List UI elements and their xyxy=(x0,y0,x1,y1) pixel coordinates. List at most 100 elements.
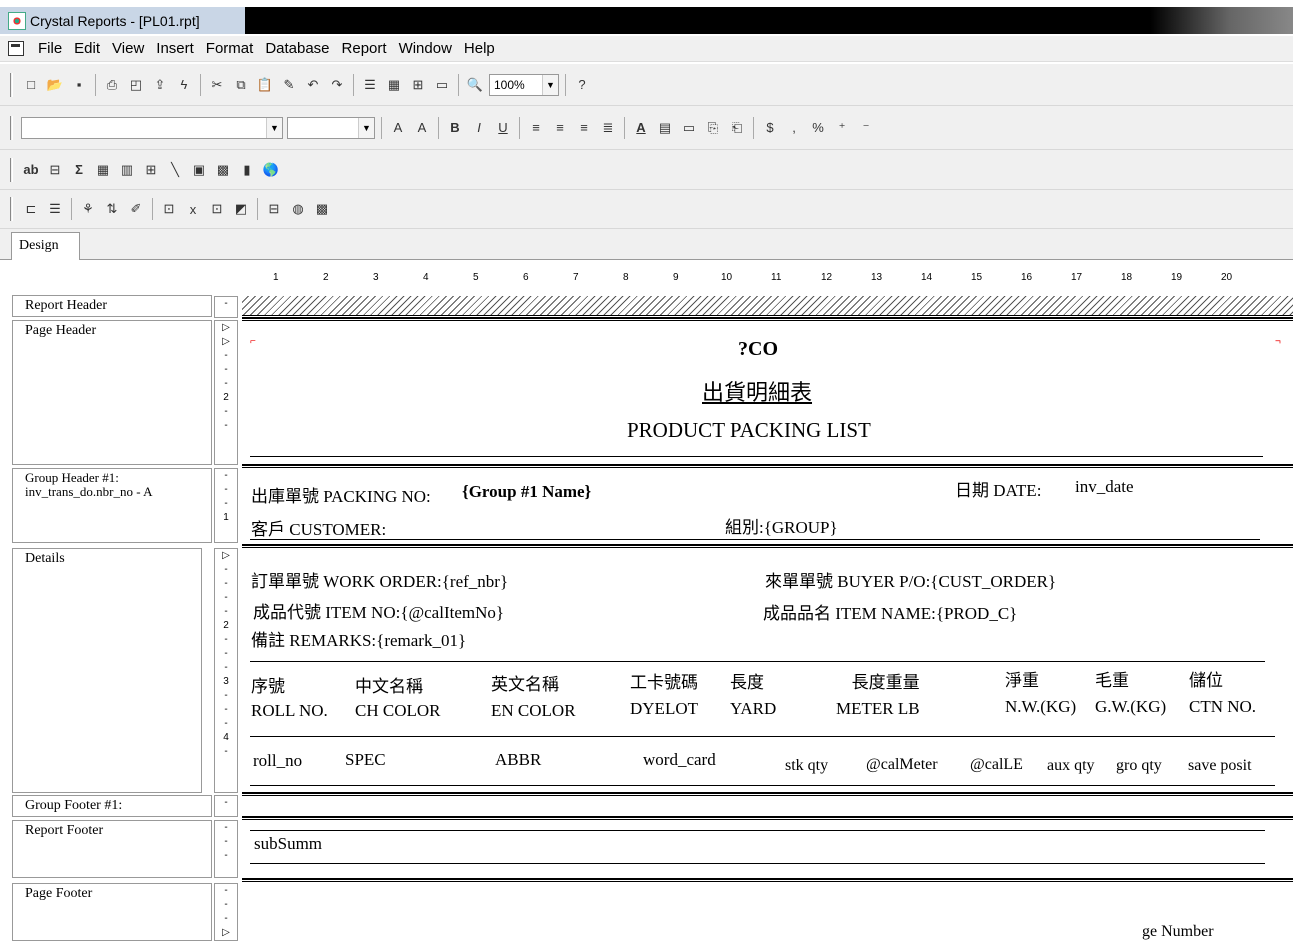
vertical-ruler[interactable]: - xyxy=(214,296,238,318)
field-gro-qty[interactable]: gro qty xyxy=(1116,757,1162,775)
field-cal-meter[interactable]: @calMeter xyxy=(866,756,938,774)
save-icon[interactable]: ▪ xyxy=(68,74,90,96)
col-ch-color[interactable]: 中文名稱 CH COLOR xyxy=(355,675,440,723)
col-en-color[interactable]: 英文名稱 EN COLOR xyxy=(491,672,576,724)
bold-icon[interactable]: B xyxy=(444,117,466,139)
menu-format[interactable]: Format xyxy=(200,40,260,57)
italic-icon[interactable]: I xyxy=(468,117,490,139)
repository-icon[interactable]: ⊟ xyxy=(263,198,285,220)
currency-icon[interactable]: $ xyxy=(759,117,781,139)
section-page-footer[interactable]: Page Footer xyxy=(12,883,212,941)
print-icon[interactable]: ⎙ xyxy=(101,74,123,96)
vertical-ruler[interactable]: ---1 xyxy=(214,468,238,543)
section-page-header[interactable]: Page Header xyxy=(12,320,212,465)
section-details[interactable]: Details xyxy=(12,548,202,793)
lock-size-icon[interactable]: ⎗ xyxy=(726,117,748,139)
copy-icon[interactable]: ⧉ xyxy=(230,74,252,96)
insert-line-icon[interactable]: ╲ xyxy=(164,159,186,181)
detail-row-bottom-line[interactable] xyxy=(250,785,1275,786)
chevron-down-icon[interactable]: ▼ xyxy=(542,74,558,95)
col-net-weight[interactable]: 淨重 N.W.(KG) xyxy=(1005,668,1076,720)
business-view-icon[interactable]: ◍ xyxy=(287,198,309,220)
company-name-field[interactable]: ?CO xyxy=(738,338,778,361)
packing-no-label[interactable]: 出庫單號 PACKING NO: xyxy=(251,482,431,507)
report-header-suppressed-area[interactable] xyxy=(242,296,1293,316)
section-report-header[interactable]: Report Header xyxy=(12,295,212,317)
toolbar-grip[interactable] xyxy=(10,197,13,221)
toolbar-grip[interactable] xyxy=(10,115,13,140)
date-label[interactable]: 日期 DATE: xyxy=(955,476,1041,501)
remarks-field[interactable]: 備註 REMARKS:{remark_01} xyxy=(251,626,466,651)
percent-icon[interactable]: % xyxy=(807,117,829,139)
page-number-field[interactable]: ge Number xyxy=(1142,923,1214,941)
toolbar-grip[interactable] xyxy=(10,157,13,182)
chevron-down-icon[interactable]: ▼ xyxy=(266,117,282,138)
find-icon[interactable]: 🔍 xyxy=(464,74,486,96)
align-left-icon[interactable]: ≡ xyxy=(525,117,547,139)
decrease-font-icon[interactable]: A xyxy=(411,117,433,139)
report-explorer-icon[interactable]: ⊞ xyxy=(407,74,429,96)
vertical-ruler[interactable]: - xyxy=(214,795,238,817)
field-stk-qty[interactable]: stk qty xyxy=(785,757,828,775)
packing-no-field[interactable]: {Group #1 Name} xyxy=(462,482,591,502)
horizontal-ruler[interactable]: 1 2 3 4 5 6 7 8 9 10 11 12 13 14 15 16 1… xyxy=(243,270,1293,288)
select-expert-icon[interactable]: ⚘ xyxy=(77,198,99,220)
insert-subreport-icon[interactable]: ⊞ xyxy=(140,159,162,181)
field-roll-no[interactable]: roll_no xyxy=(253,751,302,771)
vertical-ruler[interactable]: ▷ - - - -2- - -3- - -4- xyxy=(214,548,238,793)
borders-icon[interactable]: ▤ xyxy=(654,117,676,139)
col-meter-lb[interactable]: 長度重量 METER LB xyxy=(836,670,920,722)
database-expert-icon[interactable]: ⊏ xyxy=(20,198,42,220)
report-title-english[interactable]: PRODUCT PACKING LIST xyxy=(627,418,871,443)
redo-icon[interactable]: ↷ xyxy=(326,74,348,96)
font-color-icon[interactable]: A xyxy=(630,117,652,139)
field-aux-qty[interactable]: aux qty xyxy=(1047,757,1095,775)
underline-icon[interactable]: U xyxy=(492,117,514,139)
chevron-down-icon[interactable]: ▼ xyxy=(358,117,374,138)
col-dyelot[interactable]: 工卡號碼 DYELOT xyxy=(630,670,698,722)
lock-format-icon[interactable]: ⎘ xyxy=(702,117,724,139)
section-report-footer[interactable]: Report Footer xyxy=(12,820,212,878)
menu-edit[interactable]: Edit xyxy=(68,40,106,57)
col-roll-no[interactable]: 序號 ROLL NO. xyxy=(251,675,328,723)
field-abbr[interactable]: ABBR xyxy=(495,750,541,770)
field-save-posit[interactable]: save posit xyxy=(1188,757,1252,775)
insert-olap-icon[interactable]: ▥ xyxy=(116,159,138,181)
menu-help[interactable]: Help xyxy=(458,40,501,57)
customer-label[interactable]: 客戶 CUSTOMER: xyxy=(251,515,386,540)
decrease-decimals-icon[interactable]: ⁻ xyxy=(855,117,877,139)
insert-box-icon[interactable]: ▣ xyxy=(188,159,210,181)
item-no-field[interactable]: 成品代號 ITEM NO:{@calItemNo} xyxy=(253,598,504,623)
section-divider[interactable] xyxy=(242,878,1293,882)
open-icon[interactable]: 📂 xyxy=(44,74,66,96)
highlighting-expert-icon[interactable]: ⊡ xyxy=(206,198,228,220)
section-group-footer[interactable]: Group Footer #1: xyxy=(12,795,212,817)
font-name-combo[interactable]: ▼ xyxy=(21,116,283,139)
toolbar-grip[interactable] xyxy=(10,72,13,97)
section-divider[interactable] xyxy=(242,317,1293,321)
field-spec[interactable]: SPEC xyxy=(345,750,386,770)
field-explorer-icon[interactable]: ▦ xyxy=(383,74,405,96)
print-preview-icon[interactable]: ◰ xyxy=(125,74,147,96)
library-icon[interactable]: ▩ xyxy=(311,198,333,220)
suppress-icon[interactable]: ▭ xyxy=(678,117,700,139)
group-header-underline[interactable] xyxy=(250,539,1260,540)
paste-icon[interactable]: 📋 xyxy=(254,74,276,96)
col-gross-weight[interactable]: 毛重 G.W.(KG) xyxy=(1095,668,1166,720)
item-name-field[interactable]: 成品品名 ITEM NAME:{PROD_C} xyxy=(763,599,1017,624)
increase-font-icon[interactable]: A xyxy=(387,117,409,139)
object-inspector-icon[interactable]: ▭ xyxy=(431,74,453,96)
group-field[interactable]: 組別:{GROUP} xyxy=(725,513,838,538)
format-painter-icon[interactable]: ✎ xyxy=(278,74,300,96)
field-word-card[interactable]: word_card xyxy=(643,750,716,770)
cut-icon[interactable]: ✂ xyxy=(206,74,228,96)
hyperlink-icon[interactable]: ◩ xyxy=(230,198,252,220)
subreport-top-line[interactable] xyxy=(250,830,1265,831)
insert-map-icon[interactable]: 🌎 xyxy=(260,159,282,181)
zoom-combo[interactable]: 100% ▼ xyxy=(489,73,559,96)
tab-design[interactable]: Design xyxy=(11,232,80,261)
sort-expert-icon[interactable]: ⇅ xyxy=(101,198,123,220)
undo-icon[interactable]: ↶ xyxy=(302,74,324,96)
menu-database[interactable]: Database xyxy=(259,40,335,57)
export-icon[interactable]: ⇪ xyxy=(149,74,171,96)
